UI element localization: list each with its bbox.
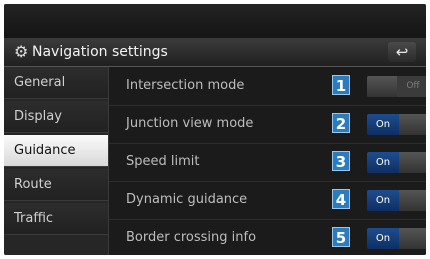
sidebar-item-label: Traffic <box>14 211 54 226</box>
toggle-state-label: On <box>367 228 399 249</box>
callout-number: 2 <box>332 113 350 133</box>
setting-label: Junction view mode <box>126 116 254 131</box>
header-bar: ⚙ Navigation settings ↩ <box>4 38 426 67</box>
setting-label: Dynamic guidance <box>126 192 248 207</box>
setting-label: Intersection mode <box>126 78 245 93</box>
sidebar-item-general[interactable]: General <box>4 67 108 99</box>
toggle-knob <box>399 190 426 211</box>
sidebar-item-route[interactable]: Route <box>4 169 108 201</box>
setting-row-intersection-mode: Intersection mode 1 Off <box>109 67 426 106</box>
back-button[interactable]: ↩ <box>388 42 416 62</box>
toggle-state-label: On <box>367 114 399 135</box>
sidebar-item-label: Guidance <box>14 143 76 158</box>
toggle-state-label: On <box>367 152 399 173</box>
setting-row-junction-view-mode: Junction view mode 2 On <box>109 105 426 144</box>
toggle-knob <box>399 114 426 135</box>
navigation-settings-screen: ⚙ Navigation settings ↩ General Display … <box>4 4 426 255</box>
top-bar <box>4 4 426 38</box>
setting-row-speed-limit: Speed limit 3 On <box>109 143 426 182</box>
dynamic-guidance-toggle[interactable]: On <box>367 190 426 211</box>
sidebar-item-traffic[interactable]: Traffic <box>4 203 108 235</box>
callout-number: 1 <box>332 75 350 95</box>
setting-label: Border crossing info <box>126 230 257 245</box>
sidebar-item-guidance[interactable]: Guidance <box>4 135 108 167</box>
page-title: Navigation settings <box>32 44 168 60</box>
back-arrow-icon: ↩ <box>395 43 409 61</box>
setting-label: Speed limit <box>126 154 200 169</box>
sidebar-item-label: Display <box>14 109 62 124</box>
junction-view-mode-toggle[interactable]: On <box>367 114 426 135</box>
toggle-state-label: On <box>367 190 399 211</box>
toggle-knob <box>399 152 426 173</box>
sidebar-item-label: General <box>14 75 66 90</box>
callout-number: 5 <box>332 227 350 247</box>
gear-icon: ⚙ <box>14 42 29 61</box>
border-crossing-info-toggle[interactable]: On <box>367 228 426 249</box>
speed-limit-toggle[interactable]: On <box>367 152 426 173</box>
toggle-knob <box>367 76 397 97</box>
callout-number: 3 <box>332 151 350 171</box>
intersection-mode-toggle[interactable]: Off <box>367 76 426 97</box>
toggle-knob <box>399 228 426 249</box>
toggle-state-label: Off <box>397 76 426 97</box>
sidebar-item-display[interactable]: Display <box>4 101 108 133</box>
setting-row-border-crossing-info: Border crossing info 5 On <box>109 219 426 255</box>
sidebar-item-label: Route <box>14 177 52 192</box>
sidebar: General Display Guidance Route Traffic <box>4 67 109 255</box>
settings-list: Intersection mode 1 Off Junction view mo… <box>109 67 426 255</box>
callout-number: 4 <box>332 189 350 209</box>
setting-row-dynamic-guidance: Dynamic guidance 4 On <box>109 181 426 220</box>
